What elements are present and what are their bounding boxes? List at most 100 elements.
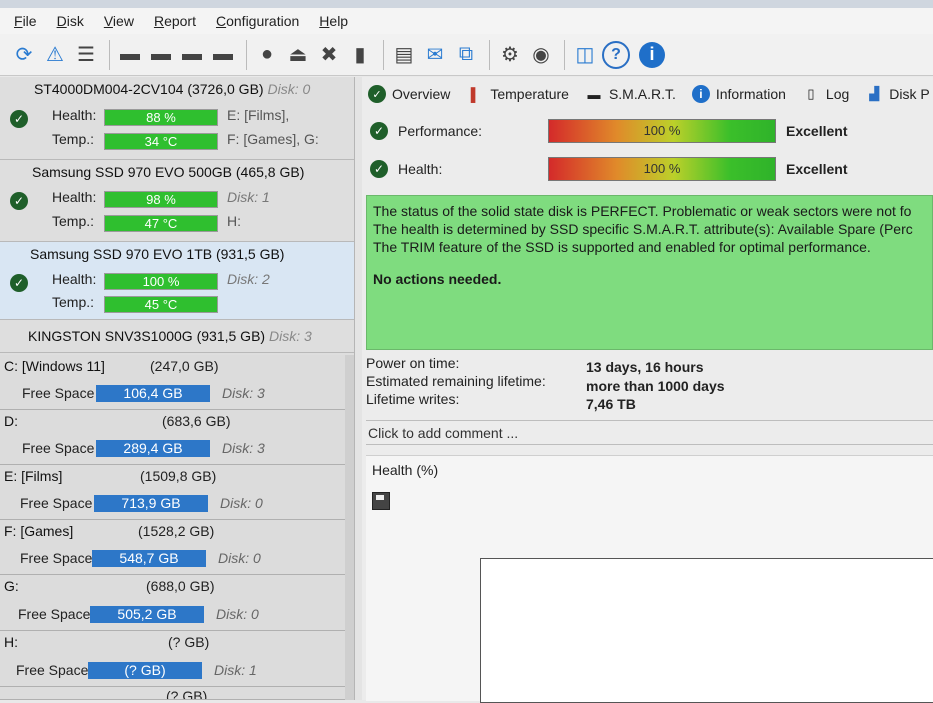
volume-entry-d[interactable]: D: (683,6 GB) Free Space 289,4 GB Disk: … <box>0 410 345 465</box>
menu-disk[interactable]: Disk <box>57 13 84 29</box>
tab-bar: ✓ Overview ▌ Temperature ▬ S.M.A.R.T. i Info… <box>362 77 933 111</box>
menu-file[interactable]: File <box>14 13 37 29</box>
volume-entry-f[interactable]: F: [Games] (1528,2 GB) Free Space 548,7 … <box>0 520 345 575</box>
temp-row: Temp.: 34 °C F: [Games], G: <box>0 131 354 153</box>
mail-icon[interactable]: ✉ <box>421 41 449 69</box>
disk-icon[interactable]: ● <box>253 41 281 69</box>
free-space-bar: 106,4 GB <box>96 385 210 402</box>
volume-disk: Disk: 0 <box>220 495 263 511</box>
health-row: ✓ Health: 100 % Disk: 2 <box>0 271 354 293</box>
health-chart-area: Health (%) <box>366 455 933 703</box>
hdd-tool-icon[interactable]: ▬ <box>209 41 237 69</box>
tab-information[interactable]: i Information <box>691 85 786 103</box>
tab-label: Information <box>715 86 786 102</box>
disk-entry-1[interactable]: Samsung SSD 970 EVO 500GB (465,8 GB) ✓ H… <box>0 160 354 242</box>
refresh-icon[interactable]: ⟳ <box>10 41 38 69</box>
volume-disk: Disk: 0 <box>216 606 259 622</box>
tab-smart[interactable]: ▬ S.M.A.R.T. <box>585 85 675 103</box>
speaker-icon[interactable]: ◉ <box>527 41 555 69</box>
tab-label: Disk P <box>889 86 930 102</box>
info-value: 7,46 TB <box>586 396 636 412</box>
disk-number: Disk: 1 <box>227 189 270 205</box>
temp-row: Temp.: 45 °C <box>0 294 354 316</box>
health-row: ✓ Health: 100 % Excellent <box>370 157 930 183</box>
volume-entry-partial[interactable]: (? GB) <box>0 687 345 700</box>
health-label: Health: <box>52 107 97 123</box>
hdd-icon[interactable]: ▬ <box>116 41 144 69</box>
performance-rating: Excellent <box>786 123 848 139</box>
free-space-label: Free Space <box>22 440 95 456</box>
report-icon[interactable]: ▤ <box>390 41 418 69</box>
left-scrollbar[interactable] <box>345 355 354 700</box>
disk-entry-0[interactable]: ST4000DM004-2CV104 (3726,0 GB) Disk: 0 ✓… <box>0 77 354 160</box>
free-space-bar: 713,9 GB <box>94 495 208 512</box>
volume-size: (? GB) <box>166 688 208 700</box>
health-bar: 100 % <box>104 273 218 290</box>
hdd-check-icon[interactable]: ▬ <box>178 41 206 69</box>
tab-disk-performance[interactable]: ▟ Disk P <box>865 85 929 103</box>
menu-view[interactable]: View <box>104 13 134 29</box>
settings-icon[interactable]: ⚙ <box>496 41 524 69</box>
health-bar: 88 % <box>104 109 218 126</box>
temp-row: Temp.: 47 °C H: <box>0 213 354 235</box>
chart-icon: ▟ <box>869 86 880 101</box>
volume-entry-h[interactable]: H: (? GB) Free Space (? GB) Disk: 1 <box>0 631 345 687</box>
comment-field[interactable]: Click to add comment ... <box>366 420 933 445</box>
info-value: 13 days, 16 hours <box>586 359 704 375</box>
action-text: No actions needed. <box>373 271 502 287</box>
tools-icon[interactable]: ✖ <box>315 41 343 69</box>
save-icon[interactable] <box>372 492 390 510</box>
menu-report[interactable]: Report <box>154 13 196 29</box>
disk-list-panel: ST4000DM004-2CV104 (3726,0 GB) Disk: 0 ✓… <box>0 77 354 700</box>
menu-configuration[interactable]: Configuration <box>216 13 299 29</box>
tab-label: Log <box>825 86 850 102</box>
menu-help[interactable]: Help <box>319 13 348 29</box>
info-icon[interactable]: i <box>639 41 665 68</box>
hdd-icon: ▬ <box>587 86 601 102</box>
document-icon: ▯ <box>807 86 815 101</box>
partition-info: F: [Games], G: <box>227 131 319 147</box>
free-space-bar: 289,4 GB <box>96 440 210 457</box>
volume-entry-g[interactable]: G: (688,0 GB) Free Space 505,2 GB Disk: … <box>0 575 345 631</box>
performance-label: Performance: <box>398 123 483 139</box>
eject-icon[interactable]: ⏏ <box>284 41 312 69</box>
volume-size: (247,0 GB) <box>150 358 219 374</box>
tab-overview[interactable]: ✓ Overview <box>368 85 450 103</box>
hdd-clock-icon[interactable]: ▬ <box>147 41 175 69</box>
free-space-label: Free Space <box>18 606 91 622</box>
menu-bar: File Disk View Report Configuration Help <box>0 8 933 34</box>
status-line: The TRIM feature of the SSD is supported… <box>373 239 871 255</box>
info-value: more than 1000 days <box>586 378 725 394</box>
free-space-label: Free Space <box>16 662 89 678</box>
health-bar: 100 % <box>548 157 776 181</box>
free-space-bar: 505,2 GB <box>90 606 204 623</box>
check-icon: ✓ <box>368 85 386 103</box>
volume-size: (1528,2 GB) <box>138 523 215 539</box>
disk-title: ST4000DM004-2CV104 (3726,0 GB) Disk: 0 <box>34 81 311 97</box>
disk-entry-2[interactable]: Samsung SSD 970 EVO 1TB (931,5 GB) ✓ Hea… <box>0 242 354 320</box>
partition-info: E: [Films], <box>227 107 290 123</box>
toolbar-separator <box>383 39 384 70</box>
tab-temperature[interactable]: ▌ Temperature <box>466 85 569 103</box>
disk-entry-3[interactable]: KINGSTON SNV3S1000G (931,5 GB) Disk: 3 <box>0 320 354 353</box>
warning-refresh-icon[interactable]: ⚠ <box>41 41 69 69</box>
volume-entry-e[interactable]: E: [Films] (1509,8 GB) Free Space 713,9 … <box>0 465 345 520</box>
list-icon[interactable]: ☰ <box>72 41 100 69</box>
volume-entry-c[interactable]: C: [Windows 11] (247,0 GB) Free Space 10… <box>0 355 345 410</box>
volume-name: D: <box>4 413 18 429</box>
network-icon[interactable]: ⧉ <box>452 41 480 69</box>
volume-name: H: <box>4 634 18 650</box>
tab-log[interactable]: ▯ Log <box>802 85 849 103</box>
volume-disk: Disk: 0 <box>218 550 261 566</box>
volume-size: (688,0 GB) <box>146 578 215 594</box>
free-space-bar: 548,7 GB <box>92 550 206 567</box>
window-titlebar <box>0 0 933 8</box>
temp-label: Temp.: <box>52 294 95 310</box>
temp-bar: 34 °C <box>104 133 218 150</box>
chart-plot-area <box>480 558 933 703</box>
help-icon[interactable]: ? <box>602 40 630 69</box>
volume-size: (1509,8 GB) <box>140 468 217 484</box>
camera-icon[interactable]: ◫ <box>571 41 599 69</box>
export-icon[interactable]: ▮ <box>346 41 374 69</box>
volume-disk: Disk: 3 <box>222 385 265 401</box>
